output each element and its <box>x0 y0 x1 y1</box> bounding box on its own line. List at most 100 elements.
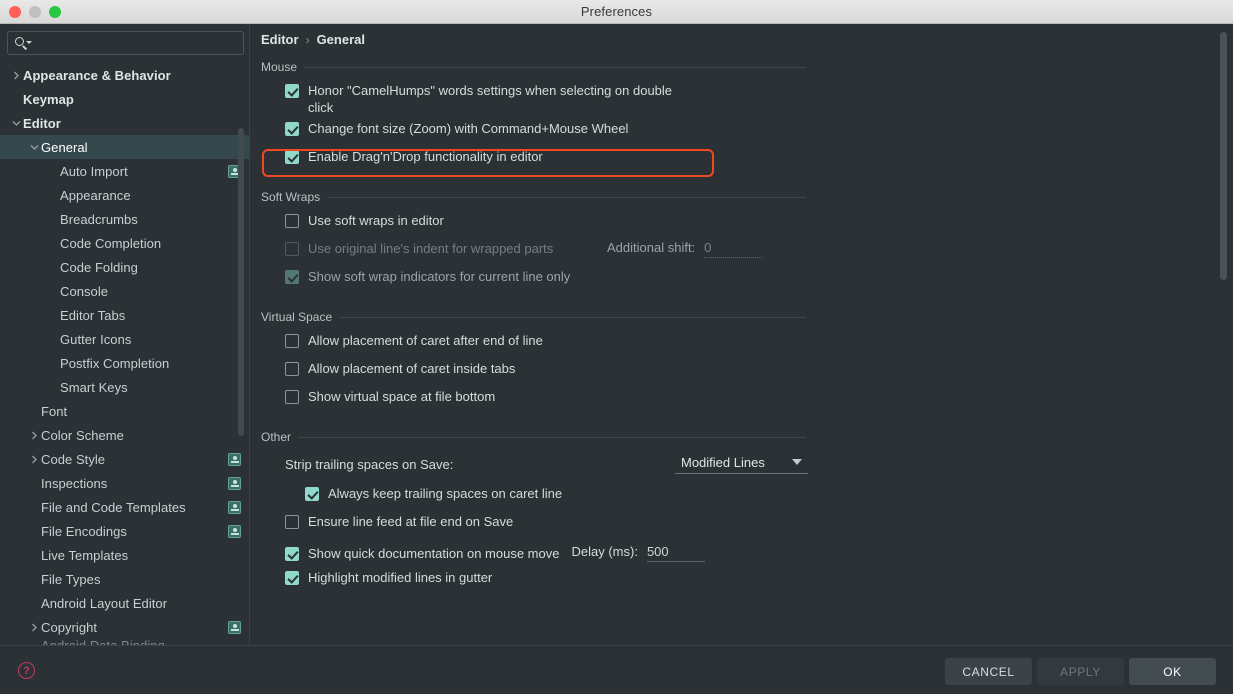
cancel-button[interactable]: CANCEL <box>945 658 1032 685</box>
checkbox-use-soft-wraps[interactable] <box>285 214 299 228</box>
sidebar-item-live-templates[interactable]: Live Templates <box>0 543 249 567</box>
section-title: Mouse <box>261 60 298 74</box>
apply-button[interactable]: APPLY <box>1037 658 1124 685</box>
chevron-right-icon[interactable] <box>28 455 41 464</box>
checkbox-highlight-modified-lines[interactable] <box>285 571 299 585</box>
checkbox-show-quick-documentation[interactable] <box>285 547 299 561</box>
sidebar-item-gutter-icons[interactable]: Gutter Icons <box>0 327 249 351</box>
settings-content: Mouse Honor "CamelHumps" words settings … <box>250 47 1233 593</box>
sidebar-item-appearance[interactable]: Appearance <box>0 183 249 207</box>
zoom-button[interactable] <box>49 6 61 18</box>
sidebar-item-file-and-code-templates[interactable]: File and Code Templates <box>0 495 249 519</box>
chevron-right-icon[interactable] <box>28 623 41 632</box>
checkbox-show-soft-wrap-indicators[interactable] <box>285 270 299 284</box>
checkbox-caret-after-eol[interactable] <box>285 334 299 348</box>
sidebar-item-font[interactable]: Font <box>0 399 249 423</box>
sidebar-item-label: General <box>41 139 88 155</box>
option-label: Show soft wrap indicators for current li… <box>308 269 571 284</box>
close-button[interactable] <box>9 6 21 18</box>
sidebar-item-code-completion[interactable]: Code Completion <box>0 231 249 255</box>
option-row-highlight-modified-lines[interactable]: Highlight modified lines in gutter <box>261 569 1233 593</box>
chevron-right-icon[interactable] <box>28 431 41 440</box>
delay-field[interactable]: Delay (ms): 500 <box>571 544 705 562</box>
section-header-mouse: Mouse <box>261 60 806 74</box>
sidebar-item-android-layout-editor[interactable]: Android Layout Editor <box>0 591 249 615</box>
search-box[interactable] <box>7 31 244 55</box>
sidebar-item-appearance-behavior[interactable]: Appearance & Behavior <box>0 63 249 87</box>
sidebar-item-smart-keys[interactable]: Smart Keys <box>0 375 249 399</box>
option-row-use-original-indent[interactable]: Use original line's indent for wrapped p… <box>261 240 1233 264</box>
chevron-right-icon[interactable] <box>10 71 23 80</box>
project-scope-icon <box>228 476 241 490</box>
additional-shift-field[interactable]: Additional shift: 0 <box>607 240 763 258</box>
preferences-window: Preferences Appearance & Behavior Keymap E… <box>0 0 1233 694</box>
ok-button[interactable]: OK <box>1129 658 1216 685</box>
sidebar-item-file-encodings[interactable]: File Encodings <box>0 519 249 543</box>
checkbox-always-keep-trailing-spaces[interactable] <box>305 487 319 501</box>
window-title: Preferences <box>580 4 653 19</box>
option-row-change-font-size-zoom[interactable]: Change font size (Zoom) with Command+Mou… <box>261 120 1233 144</box>
search-input[interactable] <box>34 36 237 50</box>
breadcrumb-root[interactable]: Editor <box>261 32 299 47</box>
option-row-honor-camelhumps[interactable]: Honor "CamelHumps" words settings when s… <box>261 82 1233 116</box>
option-row-enable-dragndrop[interactable]: Enable Drag'n'Drop functionality in edit… <box>261 148 1233 172</box>
checkbox-virtual-space-file-bottom[interactable] <box>285 390 299 404</box>
sidebar-item-editor-tabs[interactable]: Editor Tabs <box>0 303 249 327</box>
additional-shift-value[interactable]: 0 <box>704 240 763 258</box>
sidebar-item-editor[interactable]: Editor <box>0 111 249 135</box>
sidebar-item-label: Breadcrumbs <box>60 211 138 227</box>
sidebar-item-label: Live Templates <box>41 547 129 563</box>
checkbox-change-font-size-zoom[interactable] <box>285 122 299 136</box>
delay-value[interactable]: 500 <box>646 544 705 562</box>
checkbox-ensure-line-feed[interactable] <box>285 515 299 529</box>
option-row-virtual-space-file-bottom[interactable]: Show virtual space at file bottom <box>261 388 1233 412</box>
project-scope-icon <box>228 500 241 514</box>
sidebar-item-general[interactable]: General <box>0 135 249 159</box>
sidebar-item-code-folding[interactable]: Code Folding <box>0 255 249 279</box>
sidebar-item-label: File Encodings <box>41 523 127 539</box>
sidebar-item-breadcrumbs[interactable]: Breadcrumbs <box>0 207 249 231</box>
project-scope-icon <box>228 620 241 634</box>
sidebar-item-label: Code Style <box>41 451 106 467</box>
sidebar-item-color-scheme[interactable]: Color Scheme <box>0 423 249 447</box>
checkbox-enable-dragndrop[interactable] <box>285 150 299 164</box>
sidebar-item-inspections[interactable]: Inspections <box>0 471 249 495</box>
option-label: Enable Drag'n'Drop functionality in edit… <box>308 149 543 164</box>
sidebar-item-label: Code Completion <box>60 235 162 251</box>
chevron-down-icon[interactable] <box>10 120 23 127</box>
checkbox-honor-camelhumps[interactable] <box>285 84 299 98</box>
option-row-use-soft-wraps[interactable]: Use soft wraps in editor <box>261 212 1233 236</box>
settings-sidebar: Appearance & Behavior Keymap Editor General… <box>0 24 249 645</box>
option-label: Change font size (Zoom) with Command+Mou… <box>308 121 629 136</box>
minimize-button[interactable] <box>29 6 41 18</box>
option-row-always-keep-trailing-spaces[interactable]: Always keep trailing spaces on caret lin… <box>261 485 1233 509</box>
option-label: Highlight modified lines in gutter <box>308 570 493 585</box>
checkbox-caret-inside-tabs[interactable] <box>285 362 299 376</box>
strip-trailing-spaces-dropdown[interactable]: Modified Lines <box>675 455 808 474</box>
chevron-down-icon[interactable] <box>28 144 41 151</box>
option-row-show-soft-wrap-indicators[interactable]: Show soft wrap indicators for current li… <box>261 268 1233 292</box>
main-scrollbar[interactable] <box>1220 32 1227 280</box>
sidebar-item-label: Keymap <box>23 91 74 107</box>
option-row-show-quick-documentation[interactable]: Show quick documentation on mouse move D… <box>261 541 1233 565</box>
sidebar-item-label: Smart Keys <box>60 379 128 395</box>
sidebar-item-copyright[interactable]: Copyright <box>0 615 249 639</box>
sidebar-item-label: Font <box>41 403 68 419</box>
section-rule <box>327 196 806 198</box>
sidebar-item-keymap[interactable]: Keymap <box>0 87 249 111</box>
sidebar-item-auto-import[interactable]: Auto Import <box>0 159 249 183</box>
sidebar-item-file-types[interactable]: File Types <box>0 567 249 591</box>
sidebar-item-label: Android Layout Editor <box>41 595 168 611</box>
sidebar-item-console[interactable]: Console <box>0 279 249 303</box>
option-row-ensure-line-feed[interactable]: Ensure line feed at file end on Save <box>261 513 1233 537</box>
option-label: Ensure line feed at file end on Save <box>308 514 514 529</box>
sidebar-scrollbar[interactable] <box>238 128 244 436</box>
sidebar-item-code-style[interactable]: Code Style <box>0 447 249 471</box>
option-row-caret-after-eol[interactable]: Allow placement of caret after end of li… <box>261 332 1233 356</box>
option-row-caret-inside-tabs[interactable]: Allow placement of caret inside tabs <box>261 360 1233 384</box>
checkbox-use-original-indent[interactable] <box>285 242 299 256</box>
window-controls <box>9 6 61 18</box>
sidebar-item-label: Auto Import <box>60 163 128 179</box>
sidebar-item-postfix-completion[interactable]: Postfix Completion <box>0 351 249 375</box>
help-icon[interactable]: ? <box>18 662 35 679</box>
